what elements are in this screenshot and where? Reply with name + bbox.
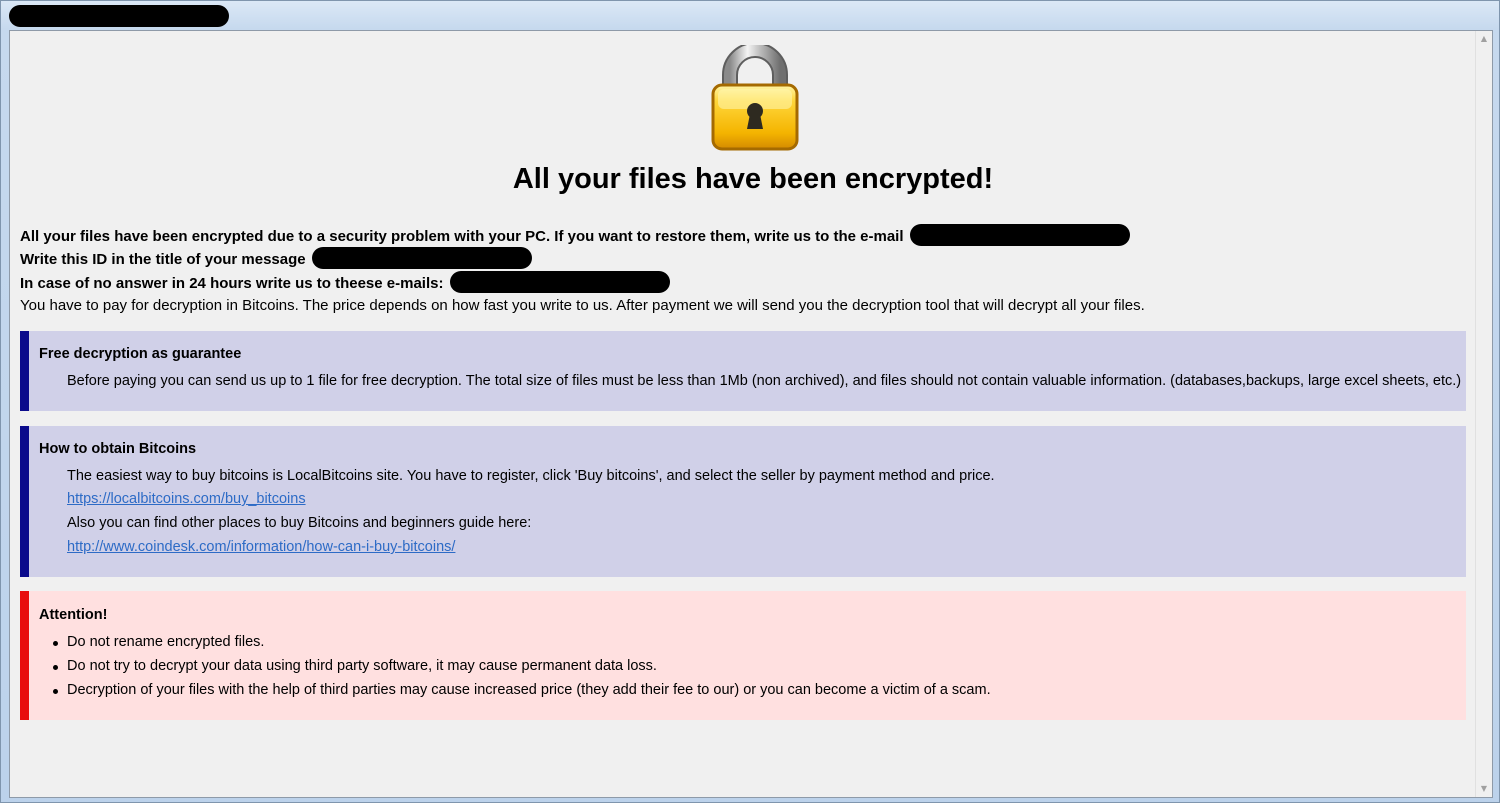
bitcoins-box: How to obtain Bitcoins The easiest way t…: [20, 426, 1466, 577]
attention-item-text: Do not rename encrypted files.: [67, 634, 265, 650]
guarantee-text: Before paying you can send us up to 1 fi…: [67, 373, 1462, 389]
bitcoins-title: How to obtain Bitcoins: [39, 441, 197, 457]
coindesk-link[interactable]: http://www.coindesk.com/information/how-…: [67, 539, 455, 555]
intro-email-text: All your files have been encrypted due t…: [20, 228, 904, 245]
page-title: All your files have been encrypted!: [512, 163, 994, 195]
attention-item-text: Do not try to decrypt your data using th…: [67, 658, 657, 674]
intro-email-line: All your files have been encrypted due t…: [20, 224, 1130, 246]
bitcoins-text-1: The easiest way to buy bitcoins is Local…: [67, 468, 995, 484]
redacted-backup-email: [449, 271, 670, 293]
backup-email-text: In case of no answer in 24 hours write u…: [20, 275, 444, 292]
redacted-email: [909, 224, 1130, 246]
id-line: Write this ID in the title of your messa…: [20, 247, 532, 269]
title-bar[interactable]: [1, 1, 1499, 31]
id-line-text: Write this ID in the title of your messa…: [20, 251, 306, 268]
message-pane: ▲ ▼ All your files have been encrypted! …: [9, 30, 1493, 798]
padlock-icon: [708, 42, 802, 153]
bitcoins-text-2: Also you can find other places to buy Bi…: [67, 515, 532, 531]
guarantee-box: Free decryption as guarantee Before payi…: [20, 331, 1466, 411]
guarantee-title: Free decryption as guarantee: [39, 346, 242, 362]
backup-email-line: In case of no answer in 24 hours write u…: [20, 271, 670, 293]
payment-line: You have to pay for decryption in Bitcoi…: [20, 297, 1145, 314]
attention-title: Attention!: [39, 607, 108, 623]
localbitcoins-link[interactable]: https://localbitcoins.com/buy_bitcoins: [67, 491, 306, 507]
attention-box: Attention! Do not rename encrypted files…: [20, 591, 1466, 720]
attention-item-text: Decryption of your files with the help o…: [67, 682, 991, 698]
vertical-scrollbar[interactable]: ▲ ▼: [1475, 31, 1492, 797]
scroll-up-arrow-icon[interactable]: ▲: [1476, 31, 1492, 47]
scroll-down-arrow-icon[interactable]: ▼: [1476, 781, 1492, 797]
window: ▲ ▼ All your files have been encrypted! …: [0, 0, 1500, 803]
redacted-window-title: [9, 5, 229, 27]
redacted-id: [311, 247, 532, 269]
